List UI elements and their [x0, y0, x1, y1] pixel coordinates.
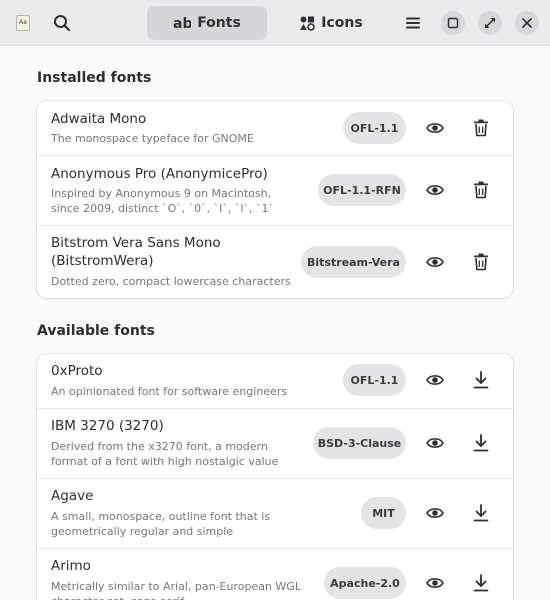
available-fonts-list: 0xProto An opinionated font for software… [37, 354, 513, 600]
delete-button[interactable] [467, 248, 495, 276]
download-button[interactable] [467, 499, 495, 527]
font-name: Adwaita Mono [51, 111, 147, 127]
font-name: Arimo [51, 558, 91, 574]
close-icon [522, 18, 532, 28]
font-name: IBM 3270 (3270) [51, 418, 164, 434]
preview-button[interactable] [421, 366, 449, 394]
header-bar: Aa ab Fonts Icons [0, 0, 550, 46]
download-icon [473, 504, 489, 522]
download-button[interactable] [467, 366, 495, 394]
tab-icons-label: Icons [321, 15, 363, 31]
installed-fonts-list: Adwaita Mono The monospace typeface for … [37, 101, 513, 298]
font-name: Anonymous Pro (AnonymicePro) [51, 166, 268, 182]
font-description: Derived from the x3270 font, a modern fo… [51, 440, 279, 468]
tab-icons[interactable]: Icons [286, 6, 376, 40]
preview-button[interactable] [421, 176, 449, 204]
eye-icon [426, 185, 444, 195]
font-description: Dotted zero, compact lowercase character… [51, 275, 291, 288]
preview-button[interactable] [421, 569, 449, 597]
delete-button[interactable] [467, 114, 495, 142]
preview-button[interactable] [421, 499, 449, 527]
font-row-anonymous-pro[interactable]: Anonymous Pro (AnonymicePro) Inspired by… [37, 156, 513, 226]
font-name: Bitstrom Vera Sans Mono (BitstromWera) [51, 235, 221, 269]
eye-icon [426, 578, 444, 588]
font-description: An opinionated font for software enginee… [51, 385, 288, 398]
svg-text:ab: ab [173, 16, 191, 31]
font-description: The monospace typeface for GNOME [51, 132, 254, 145]
license-badge: OFL-1.1 [343, 112, 406, 144]
font-name: 0xProto [51, 363, 103, 379]
preview-button[interactable] [421, 114, 449, 142]
hamburger-menu-icon [406, 17, 420, 29]
font-row-adwaita-mono[interactable]: Adwaita Mono The monospace typeface for … [37, 101, 513, 156]
download-button[interactable] [467, 569, 495, 597]
license-badge: OFL-1.1-RFN [318, 174, 406, 206]
license-badge: MIT [361, 497, 406, 529]
maximize-icon [447, 17, 459, 29]
app-icon: Aa [16, 15, 30, 31]
eye-icon [426, 123, 444, 133]
eye-icon [426, 508, 444, 518]
eye-icon [426, 375, 444, 385]
tab-fonts[interactable]: ab Fonts [147, 6, 267, 40]
tab-fonts-label: Fonts [197, 15, 241, 31]
font-description: A small, monospace, outline font that is… [51, 510, 271, 538]
search-icon [54, 15, 71, 32]
available-fonts-heading: Available fonts [37, 323, 155, 339]
download-icon [473, 434, 489, 452]
eye-icon [426, 257, 444, 267]
restore-button[interactable] [478, 11, 502, 35]
download-button[interactable] [467, 429, 495, 457]
license-badge: Apache-2.0 [324, 567, 406, 599]
trash-icon [474, 253, 488, 271]
font-description: Inspired by Anonymous 9 on Macintosh, si… [51, 187, 274, 215]
main-menu-button[interactable] [398, 8, 428, 38]
maximize-button[interactable] [441, 11, 465, 35]
font-row-ibm-3270[interactable]: IBM 3270 (3270) Derived from the x3270 f… [37, 409, 513, 479]
download-icon [473, 574, 489, 592]
icons-icon [300, 16, 316, 31]
font-icon: ab [173, 16, 191, 31]
font-name: Agave [51, 488, 94, 504]
font-row-agave[interactable]: Agave A small, monospace, outline font t… [37, 479, 513, 549]
trash-icon [474, 119, 488, 137]
delete-button[interactable] [467, 176, 495, 204]
preview-button[interactable] [421, 248, 449, 276]
license-badge: BSD-3-Clause [313, 427, 406, 459]
font-row-bitstrom-vera[interactable]: Bitstrom Vera Sans Mono (BitstromWera) D… [37, 226, 513, 298]
search-button[interactable] [46, 7, 78, 39]
close-button[interactable] [515, 11, 539, 35]
font-row-0xproto[interactable]: 0xProto An opinionated font for software… [37, 354, 513, 409]
trash-icon [474, 181, 488, 199]
font-row-arimo[interactable]: Arimo Metrically similar to Arial, pan-E… [37, 549, 513, 600]
eye-icon [426, 438, 444, 448]
download-icon [473, 371, 489, 389]
installed-fonts-heading: Installed fonts [37, 70, 152, 86]
font-description: Metrically similar to Arial, pan-Europea… [51, 580, 301, 600]
license-badge: Bitstream-Vera [301, 246, 406, 278]
restore-icon [485, 18, 495, 28]
preview-button[interactable] [421, 429, 449, 457]
license-badge: OFL-1.1 [343, 364, 406, 396]
